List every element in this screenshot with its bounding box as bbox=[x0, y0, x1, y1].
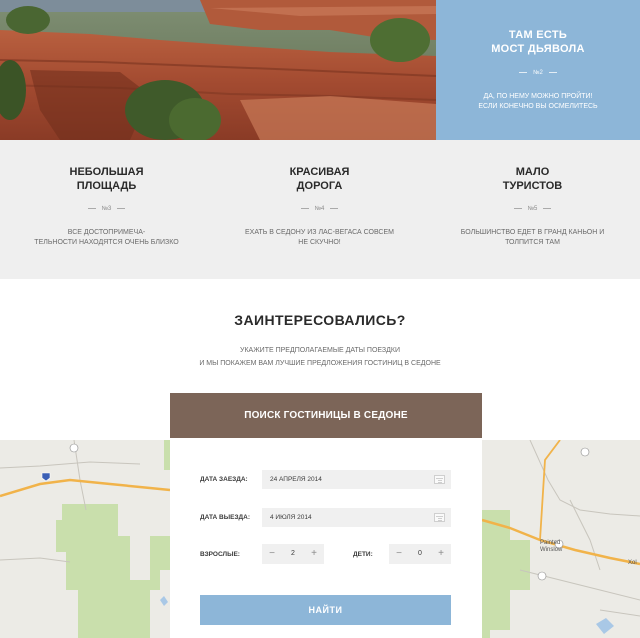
feature-description: БОЛЬШИНСТВО ЕДЕТ В ГРАНД КАНЬОН И ТОЛПИТ… bbox=[436, 228, 629, 248]
feature-description: ВСЕ ДОСТОПРИМЕЧА- ТЕЛЬНОСТИ НАХОДЯТСЯ ОЧ… bbox=[10, 228, 203, 248]
feature-desc-line: ВСЕ ДОСТОПРИМЕЧА- bbox=[67, 229, 146, 236]
find-button[interactable]: НАЙТИ bbox=[200, 595, 451, 625]
adults-stepper[interactable]: − 2 + bbox=[262, 544, 324, 564]
search-card-header: ПОИСК ГОСТИНИЦЫ В СЕДОНЕ bbox=[170, 393, 482, 438]
hero-info-title: ТАМ ЕСТЬ МОСТ ДЬЯВОЛА bbox=[436, 28, 640, 56]
map-label-line: Winslow bbox=[540, 547, 563, 553]
hero-info-desc-line: ДА, ПО НЕМУ МОЖНО ПРОЙТИ! bbox=[483, 93, 593, 100]
feature-desc-line: ЕХАТЬ В СЕДОНУ ИЗ ЛАС-ВЕГАСА СОВСЕМ bbox=[245, 229, 394, 236]
feature-desc-line: НЕ СКУЧНО! bbox=[298, 239, 341, 246]
checkin-date-field[interactable]: 24 АПРЕЛЯ 2014 bbox=[262, 470, 451, 489]
children-minus-button[interactable]: − bbox=[391, 544, 407, 564]
children-label: ДЕТИ: bbox=[353, 551, 373, 558]
checkin-date-value: 24 АПРЕЛЯ 2014 bbox=[270, 476, 322, 483]
hero-info-panel: ТАМ ЕСТЬ МОСТ ДЬЯВОЛА №2 ДА, ПО НЕМУ МОЖ… bbox=[436, 0, 640, 140]
hero-photo bbox=[0, 0, 436, 140]
hero-info-title-line: МОСТ ДЬЯВОЛА bbox=[491, 43, 585, 55]
adults-value: 2 bbox=[291, 550, 295, 557]
feature-title: КРАСИВАЯ ДОРОГА bbox=[213, 165, 426, 193]
calendar-icon[interactable] bbox=[434, 475, 445, 484]
interest-subtitle: УКАЖИТЕ ПРЕДПОЛАГАЕМЫЕ ДАТЫ ПОЕЗДКИ И МЫ… bbox=[0, 344, 640, 370]
feature-title-line: ПЛОЩАДЬ bbox=[76, 180, 137, 192]
feature-number: №4 bbox=[213, 206, 426, 212]
hero-section: ТАМ ЕСТЬ МОСТ ДЬЯВОЛА №2 ДА, ПО НЕМУ МОЖ… bbox=[0, 0, 640, 140]
feature-title-line: ДОРОГА bbox=[296, 180, 343, 192]
interest-subtitle-line: УКАЖИТЕ ПРЕДПОЛАГАЕМЫЕ ДАТЫ ПОЕЗДКИ bbox=[240, 347, 400, 354]
feature-card: МАЛО ТУРИСТОВ №5 БОЛЬШИНСТВО ЕДЕТ В ГРАН… bbox=[426, 140, 639, 279]
map-label-winslow: Painted Winslow bbox=[540, 540, 562, 554]
adults-plus-button[interactable]: + bbox=[306, 544, 322, 564]
map-label-holbrook: Xol bbox=[628, 560, 637, 566]
search-card: ДАТА ЗАЕЗДА: 24 АПРЕЛЯ 2014 ДАТА ВЫЕЗДА:… bbox=[170, 438, 482, 638]
canyon-image bbox=[0, 0, 436, 140]
feature-title: МАЛО ТУРИСТОВ bbox=[426, 165, 639, 193]
feature-title-line: КРАСИВАЯ bbox=[289, 166, 350, 178]
feature-card: КРАСИВАЯ ДОРОГА №4 ЕХАТЬ В СЕДОНУ ИЗ ЛАС… bbox=[213, 140, 426, 279]
checkin-label: ДАТА ЗАЕЗДА: bbox=[200, 476, 248, 483]
feature-desc-line: ТЕЛЬНОСТИ НАХОДЯТСЯ ОЧЕНЬ БЛИЗКО bbox=[34, 239, 179, 246]
feature-description: ЕХАТЬ В СЕДОНУ ИЗ ЛАС-ВЕГАСА СОВСЕМ НЕ С… bbox=[223, 228, 416, 248]
feature-title-line: НЕБОЛЬШАЯ bbox=[69, 166, 144, 178]
feature-desc-line: ТОЛПИТСЯ ТАМ bbox=[505, 239, 560, 246]
interest-subtitle-line: И МЫ ПОКАЖЕМ ВАМ ЛУЧШИЕ ПРЕДЛОЖЕНИЯ ГОСТ… bbox=[199, 360, 441, 367]
checkout-label: ДАТА ВЫЕЗДА: bbox=[200, 514, 251, 521]
features-section: НЕБОЛЬШАЯ ПЛОЩАДЬ №3 ВСЕ ДОСТОПРИМЕЧА- Т… bbox=[0, 140, 640, 279]
checkout-date-value: 4 ИЮЛЯ 2014 bbox=[270, 514, 312, 521]
hero-info-description: ДА, ПО НЕМУ МОЖНО ПРОЙТИ! ЕСЛИ КОНЕЧНО В… bbox=[436, 92, 640, 112]
children-stepper[interactable]: − 0 + bbox=[389, 544, 451, 564]
children-plus-button[interactable]: + bbox=[433, 544, 449, 564]
checkout-date-field[interactable]: 4 ИЮЛЯ 2014 bbox=[262, 508, 451, 527]
feature-desc-line: БОЛЬШИНСТВО ЕДЕТ В ГРАНД КАНЬОН И bbox=[460, 229, 605, 236]
interest-heading: ЗАИНТЕРЕСОВАЛИСЬ? bbox=[234, 312, 406, 328]
hero-info-number: №2 bbox=[436, 70, 640, 76]
feature-card: НЕБОЛЬШАЯ ПЛОЩАДЬ №3 ВСЕ ДОСТОПРИМЕЧА- Т… bbox=[0, 140, 213, 279]
feature-title-line: ТУРИСТОВ bbox=[502, 180, 563, 192]
hero-info-title-line: ТАМ ЕСТЬ bbox=[508, 29, 568, 41]
adults-minus-button[interactable]: − bbox=[264, 544, 280, 564]
hero-info-desc-line: ЕСЛИ КОНЕЧНО ВЫ ОСМЕЛИТЕСЬ bbox=[478, 103, 598, 110]
map-label-line: Painted bbox=[540, 540, 561, 546]
children-value: 0 bbox=[418, 550, 422, 557]
feature-number: №5 bbox=[426, 206, 639, 212]
calendar-icon[interactable] bbox=[434, 513, 445, 522]
feature-title-line: МАЛО bbox=[515, 166, 550, 178]
feature-number: №3 bbox=[0, 206, 213, 212]
adults-label: ВЗРОСЛЫЕ: bbox=[200, 551, 240, 558]
feature-title: НЕБОЛЬШАЯ ПЛОЩАДЬ bbox=[0, 165, 213, 193]
